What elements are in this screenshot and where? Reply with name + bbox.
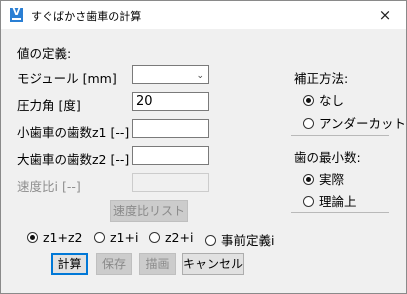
divider [291,135,389,136]
title-bar: V すぐばかさ歯車の計算 × [1,1,406,29]
dialog-window: V すぐばかさ歯車の計算 × 値の定義: モジュール [mm] ⌄ 圧力角 [度… [0,0,407,294]
values-heading: 値の定義: [17,46,72,61]
ratio-label: 速度比i [--] [17,179,81,194]
module-label: モジュール [mm] [17,71,117,86]
radio-icon [94,232,105,243]
z1-label: 小歯車の歯数z1 [--] [17,125,130,140]
app-icon: V [10,8,23,22]
correction-option-none[interactable]: なし [303,90,344,109]
radio-icon [303,196,314,207]
module-dropdown[interactable]: ⌄ [132,65,209,84]
min-teeth-heading: 歯の最小数: [294,150,361,165]
radio-icon [205,235,216,246]
close-icon[interactable]: × [370,3,400,27]
radio-selected-icon [303,174,314,185]
radio-selected-icon [27,232,38,243]
chevron-down-icon[interactable]: ⌄ [196,68,204,85]
draw-button[interactable]: 描画 [139,253,176,275]
divider [291,212,389,213]
correction-heading: 補正方法: [294,71,349,86]
z2-label: 大歯車の歯数z2 [--] [17,152,130,167]
mode-option-z2-i[interactable]: z2+i [149,230,193,245]
ratio-input[interactable] [132,173,209,192]
calculate-button[interactable]: 計算 [51,253,88,275]
min-teeth-option-actual[interactable]: 実際 [303,169,344,188]
cancel-button[interactable]: キャンセル [182,253,244,275]
radio-icon [303,118,314,129]
z1-input[interactable] [132,119,209,138]
correction-option-undercut[interactable]: アンダーカット [303,113,406,132]
pressure-angle-input[interactable]: 20 [132,92,209,111]
ratio-list-button[interactable]: 速度比リスト [110,200,188,222]
window-title: すぐばかさ歯車の計算 [31,10,142,23]
mode-option-predefined-i[interactable]: 事前定義i [205,230,274,249]
mode-option-z1-i[interactable]: z1+i [94,230,138,245]
z2-input[interactable] [132,146,209,165]
save-button[interactable]: 保存 [96,253,132,275]
mode-option-z1-z2[interactable]: z1+z2 [27,230,83,245]
radio-icon [149,232,160,243]
pressure-angle-label: 圧力角 [度] [17,98,81,113]
min-teeth-option-theoretical[interactable]: 理論上 [303,191,357,210]
radio-selected-icon [303,95,314,106]
